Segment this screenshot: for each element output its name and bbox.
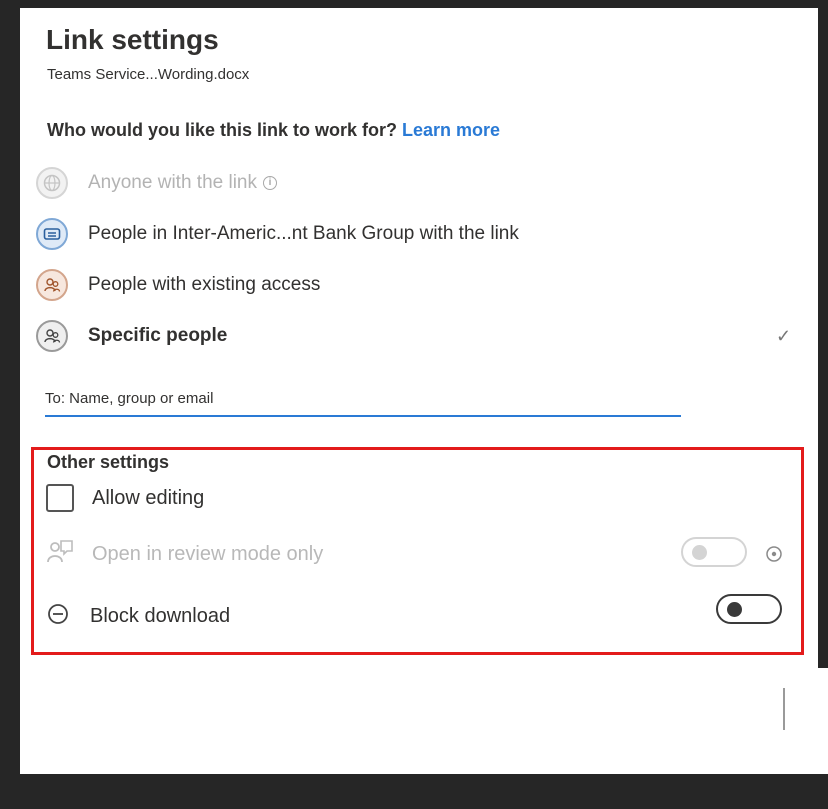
info-icon[interactable] (765, 545, 783, 568)
frame-bottom (0, 774, 828, 809)
audience-question-text: Who would you like this link to work for… (47, 120, 397, 140)
option-anyone-with-link: Anyone with the link i (36, 165, 277, 201)
review-mode-row: Open in review mode only (46, 538, 323, 571)
option-organization[interactable]: People in Inter-Americ...nt Bank Group w… (36, 216, 519, 252)
option-specific-people[interactable]: Specific people (36, 318, 227, 354)
block-download-label: Block download (90, 605, 231, 627)
people-icon (36, 269, 68, 301)
option-label: People in Inter-Americ...nt Bank Group w… (88, 223, 519, 244)
minus-circle-icon (46, 602, 70, 631)
building-icon (36, 218, 68, 250)
file-name: Teams Service...Wording.docx (47, 66, 250, 83)
info-icon[interactable]: i (263, 175, 277, 190)
learn-more-link[interactable]: Learn more (402, 120, 500, 140)
review-mode-toggle[interactable] (681, 537, 747, 567)
option-existing-access[interactable]: People with existing access (36, 267, 320, 303)
allow-editing-row[interactable]: Allow editing (46, 484, 204, 512)
toggle-knob (692, 545, 707, 560)
option-label: Anyone with the link i (88, 172, 277, 194)
block-download-row[interactable]: Block download (46, 602, 230, 631)
audience-question: Who would you like this link to work for… (47, 120, 500, 141)
option-label: People with existing access (88, 274, 321, 295)
checkmark-icon: ✓ (776, 326, 792, 346)
recipient-input[interactable] (45, 382, 681, 417)
other-settings-title: Other settings (47, 452, 170, 472)
panel-footer (20, 668, 828, 774)
globe-icon (36, 167, 68, 199)
allow-editing-checkbox[interactable] (46, 484, 74, 512)
option-label: Specific people (88, 325, 228, 346)
frame-edge (8, 668, 20, 768)
review-mode-icon (46, 538, 74, 571)
allow-editing-label: Allow editing (92, 486, 205, 509)
review-mode-label: Open in review mode only (92, 543, 324, 565)
block-download-toggle[interactable] (716, 594, 782, 624)
scrollbar[interactable] (783, 688, 785, 730)
people-icon (36, 320, 68, 352)
toggle-knob (727, 602, 742, 617)
page-title: Link settings (46, 24, 219, 55)
